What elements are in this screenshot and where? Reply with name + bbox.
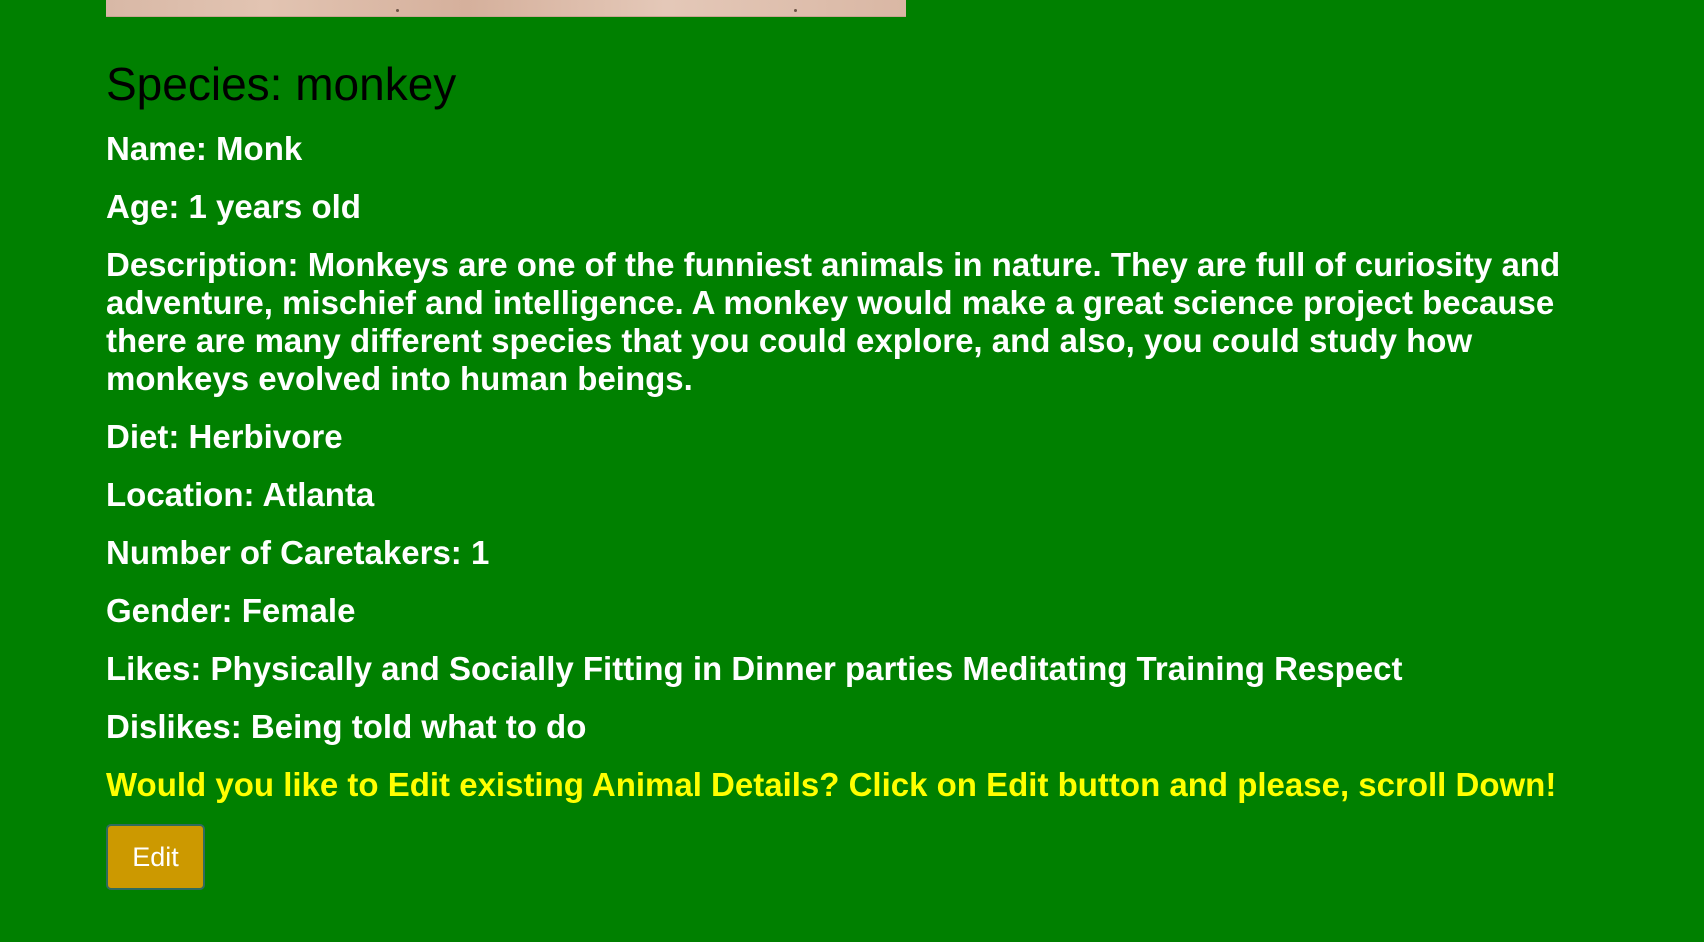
gender-label: Gender: bbox=[106, 592, 242, 629]
dislikes-label: Dislikes: bbox=[106, 708, 251, 745]
photo-detail bbox=[794, 9, 797, 12]
diet-value: Herbivore bbox=[188, 418, 343, 455]
location-value: Atlanta bbox=[262, 476, 375, 513]
location-label: Location: bbox=[106, 476, 263, 513]
age-label: Age: bbox=[106, 188, 189, 225]
species-label: Species: bbox=[106, 58, 296, 110]
name-value: Monk bbox=[216, 130, 303, 167]
gender-value: Female bbox=[241, 592, 356, 629]
dislikes-value: Being told what to do bbox=[250, 708, 587, 745]
age-field: Age: 1 years old bbox=[106, 188, 1606, 226]
photo-detail bbox=[396, 9, 399, 12]
name-label: Name: bbox=[106, 130, 217, 167]
diet-label: Diet: bbox=[106, 418, 189, 455]
age-value: 1 years old bbox=[188, 188, 361, 225]
caretakers-label: Number of Caretakers: bbox=[106, 534, 471, 571]
animal-details: Species: monkey Name: Monk Age: 1 years … bbox=[106, 52, 1606, 890]
gender-field: Gender: Female bbox=[106, 592, 1606, 630]
description-value: Monkeys are one of the funniest animals … bbox=[106, 246, 1561, 397]
description-label: Description: bbox=[106, 246, 308, 283]
location-field: Location: Atlanta bbox=[106, 476, 1606, 514]
likes-field: Likes: Physically and Socially Fitting i… bbox=[106, 650, 1606, 688]
animal-photo bbox=[106, 0, 906, 17]
diet-field: Diet: Herbivore bbox=[106, 418, 1606, 456]
edit-prompt: Would you like to Edit existing Animal D… bbox=[106, 766, 1557, 803]
species-heading: Species: monkey bbox=[106, 52, 1606, 116]
likes-label: Likes: bbox=[106, 650, 211, 687]
dislikes-field: Dislikes: Being told what to do bbox=[106, 708, 1606, 746]
name-field: Name: Monk bbox=[106, 130, 1606, 168]
species-value: monkey bbox=[295, 58, 457, 110]
caretakers-field: Number of Caretakers: 1 bbox=[106, 534, 1606, 572]
description-field: Description: Monkeys are one of the funn… bbox=[106, 246, 1596, 398]
edit-button[interactable]: Edit bbox=[106, 824, 205, 890]
caretakers-value: 1 bbox=[470, 534, 490, 571]
likes-value: Physically and Socially Fitting in Dinne… bbox=[210, 650, 1403, 687]
